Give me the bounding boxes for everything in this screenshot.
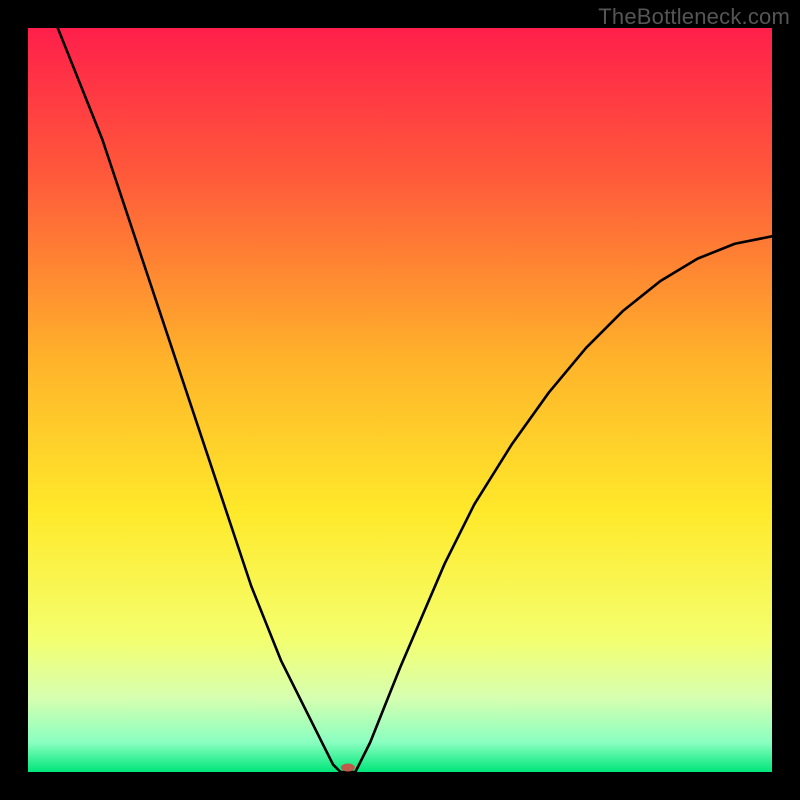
minimum-marker bbox=[341, 764, 355, 772]
chart-frame: TheBottleneck.com bbox=[0, 0, 800, 800]
watermark-text: TheBottleneck.com bbox=[598, 4, 790, 30]
plot-area bbox=[28, 28, 772, 772]
chart-background bbox=[28, 28, 772, 772]
chart-svg bbox=[28, 28, 772, 772]
